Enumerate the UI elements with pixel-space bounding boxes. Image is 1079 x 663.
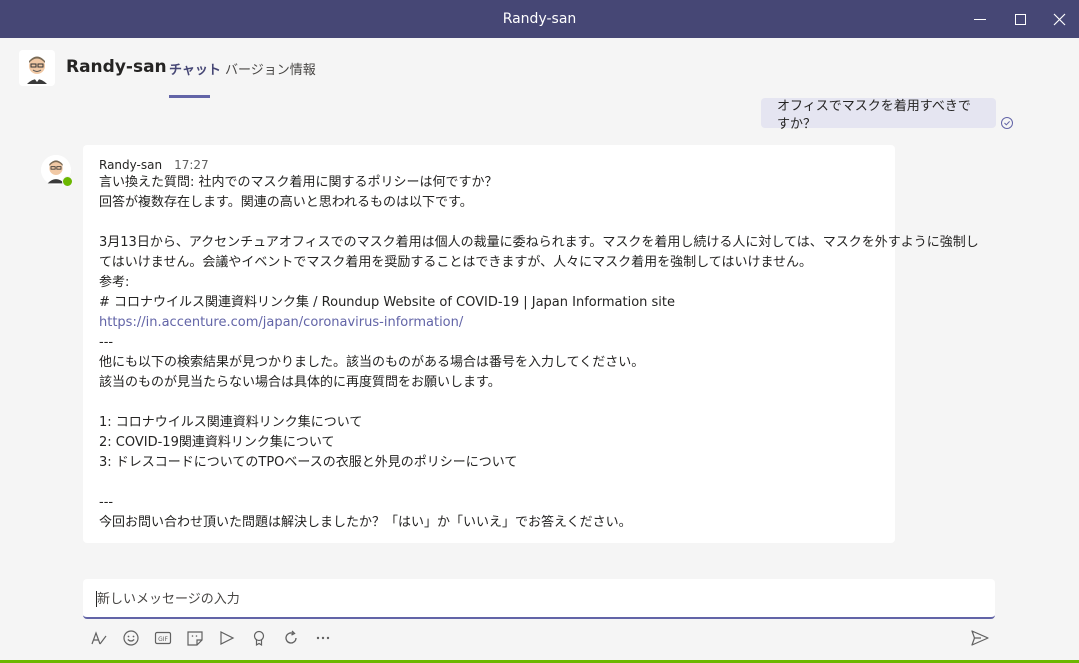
status-available-icon bbox=[62, 176, 73, 187]
user-message-text: オフィスでマスクを着用すべきですか？ bbox=[777, 98, 980, 134]
message-line: 3: ドレスコードについてのTPOベースの衣服と外見のポリシーについて bbox=[99, 453, 879, 473]
message-line: 参考: bbox=[99, 273, 879, 293]
message-line: # コロナウイルス関連資料リンク集 / Roundup Website of C… bbox=[99, 293, 879, 313]
close-button[interactable] bbox=[1040, 0, 1078, 38]
message-line: てはいけません。会議やイベントでマスク着用を奨励することはできますが、人々にマス… bbox=[99, 253, 879, 273]
gif-button[interactable]: GIF bbox=[152, 626, 174, 650]
bot-name: Randy-san bbox=[66, 57, 167, 77]
close-icon bbox=[1053, 13, 1066, 26]
praise-button[interactable] bbox=[248, 626, 270, 650]
message-line: 今回お問い合わせ頂いた問題は解決しましたか？「はい」か「いいえ」でお答えください… bbox=[99, 513, 879, 533]
maximize-icon bbox=[1015, 14, 1026, 25]
sticker-icon bbox=[186, 629, 204, 647]
message-line: 言い換えた質問: 社内でのマスク着用に関するポリシーは何ですか？ bbox=[99, 173, 879, 193]
reference-link[interactable]: https://in.accenture.com/japan/coronavir… bbox=[99, 313, 879, 333]
send-icon bbox=[970, 628, 990, 648]
minimize-icon bbox=[974, 19, 986, 20]
message-line: 1: コロナウイルス関連資料リンク集について bbox=[99, 413, 879, 433]
message-time: 17:27 bbox=[174, 158, 209, 172]
more-icon bbox=[314, 629, 332, 647]
message-line bbox=[99, 473, 879, 493]
message-input[interactable] bbox=[95, 579, 979, 619]
bot-avatar[interactable] bbox=[19, 50, 55, 86]
message-line: 他にも以下の検索結果が見つかりました。該当のものがある場合は番号を入力してくださ… bbox=[99, 353, 879, 373]
compose-box[interactable] bbox=[83, 579, 995, 619]
praise-icon bbox=[250, 629, 268, 647]
format-icon bbox=[90, 629, 108, 647]
message-list[interactable]: オフィスでマスクを着用すべきですか？ Randy-san 17:27 言い換えた質… bbox=[0, 100, 1079, 578]
minimize-button[interactable] bbox=[961, 0, 999, 38]
svg-text:GIF: GIF bbox=[158, 636, 168, 643]
more-options-button[interactable] bbox=[312, 626, 334, 650]
sticker-button[interactable] bbox=[184, 626, 206, 650]
active-tab-indicator bbox=[169, 95, 210, 98]
emoji-button[interactable] bbox=[120, 626, 142, 650]
message-line: 回答が複数存在します。関連の高いと思われるものは以下です。 bbox=[99, 193, 879, 213]
loop-icon bbox=[282, 629, 300, 647]
message-line: --- bbox=[99, 493, 879, 513]
bot-message-avatar[interactable] bbox=[41, 155, 71, 185]
emoji-icon bbox=[122, 629, 140, 647]
meet-button[interactable] bbox=[216, 626, 238, 650]
tab-version-info[interactable]: バージョン情報 bbox=[225, 59, 316, 78]
tab-chat[interactable]: チャット bbox=[169, 59, 221, 78]
meet-icon bbox=[218, 629, 236, 647]
window-title: Randy-san bbox=[0, 0, 1079, 38]
title-bar: Randy-san bbox=[0, 0, 1079, 38]
message-line: 2: COVID-19関連資料リンク集について bbox=[99, 433, 879, 453]
message-line bbox=[99, 393, 879, 413]
send-button[interactable] bbox=[968, 626, 992, 650]
message-line bbox=[99, 213, 879, 233]
message-line: 3月13日から、アクセンチュアオフィスでのマスク着用は個人の裁量に委ねられます。… bbox=[99, 233, 879, 253]
gif-icon: GIF bbox=[154, 629, 172, 647]
message-meta: Randy-san 17:27 bbox=[99, 157, 879, 173]
bot-avatar-icon bbox=[19, 50, 55, 86]
loop-button[interactable] bbox=[280, 626, 302, 650]
user-message-bubble[interactable]: オフィスでマスクを着用すべきですか？ bbox=[761, 98, 996, 128]
chat-header: Randy-san チャット バージョン情報 bbox=[0, 38, 1079, 100]
message-sender: Randy-san bbox=[99, 158, 162, 172]
message-line: --- bbox=[99, 333, 879, 353]
text-caret bbox=[96, 591, 97, 607]
format-button[interactable] bbox=[88, 626, 110, 650]
bot-message-bubble[interactable]: Randy-san 17:27 言い換えた質問: 社内でのマスク着用に関するポリシ… bbox=[83, 145, 895, 543]
read-receipt-icon bbox=[1000, 116, 1014, 130]
maximize-button[interactable] bbox=[1001, 0, 1039, 38]
message-line: 該当のものが見当たらない場合は具体的に再度質問をお願いします。 bbox=[99, 373, 879, 393]
